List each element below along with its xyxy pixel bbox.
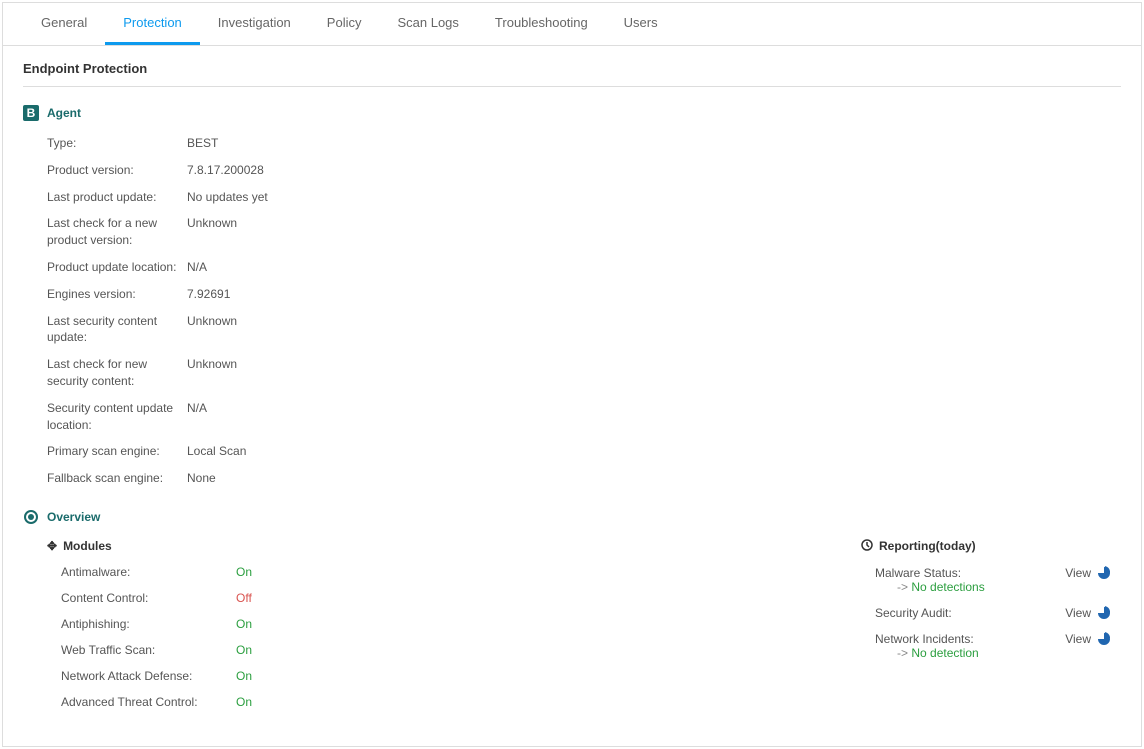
- tab-general[interactable]: General: [23, 3, 105, 45]
- security-audit-label: Security Audit:: [875, 606, 952, 620]
- overview-icon: [23, 509, 39, 525]
- network-incidents-label: Network Incidents:: [875, 632, 979, 646]
- module-antimalware-label: Antimalware:: [61, 565, 236, 579]
- agent-engines-version-label: Engines version:: [47, 286, 187, 303]
- pie-chart-icon: [1097, 566, 1111, 580]
- agent-last-product-update-value: No updates yet: [187, 189, 268, 206]
- tab-users[interactable]: Users: [606, 3, 676, 45]
- agent-engines-version-value: 7.92691: [187, 286, 230, 303]
- page-title: Endpoint Protection: [23, 61, 1121, 87]
- agent-product-update-location-value: N/A: [187, 259, 207, 276]
- module-network-attack-label: Network Attack Defense:: [61, 669, 236, 683]
- module-antiphishing-label: Antiphishing:: [61, 617, 236, 631]
- tab-scan-logs[interactable]: Scan Logs: [379, 3, 476, 45]
- tab-bar: General Protection Investigation Policy …: [3, 3, 1141, 46]
- agent-primary-scan-value: Local Scan: [187, 443, 246, 460]
- agent-security-update-location-label: Security content update location:: [47, 400, 187, 434]
- module-antiphishing-value: On: [236, 617, 252, 631]
- agent-fallback-scan-label: Fallback scan engine:: [47, 470, 187, 487]
- tab-troubleshooting[interactable]: Troubleshooting: [477, 3, 606, 45]
- module-advanced-threat-value: On: [236, 695, 252, 709]
- network-incidents-sub: No detection: [911, 646, 978, 660]
- agent-security-update-location-value: N/A: [187, 400, 207, 434]
- agent-last-check-security-label: Last check for new security content:: [47, 356, 187, 390]
- agent-title: Agent: [47, 106, 81, 120]
- pie-chart-icon: [1097, 606, 1111, 620]
- tab-investigation[interactable]: Investigation: [200, 3, 309, 45]
- network-incidents-view-link[interactable]: View: [1065, 632, 1111, 646]
- modules-icon: ✥: [47, 539, 57, 553]
- agent-fallback-scan-value: None: [187, 470, 216, 487]
- module-content-control-value: Off: [236, 591, 252, 605]
- agent-last-product-update-label: Last product update:: [47, 189, 187, 206]
- module-antimalware-value: On: [236, 565, 252, 579]
- agent-icon: B: [23, 105, 39, 121]
- module-advanced-threat-label: Advanced Threat Control:: [61, 695, 236, 709]
- agent-last-check-security-value: Unknown: [187, 356, 237, 390]
- malware-status-label: Malware Status:: [875, 566, 985, 580]
- agent-product-version-label: Product version:: [47, 162, 187, 179]
- agent-last-check-product-label: Last check for a new product version:: [47, 215, 187, 249]
- malware-status-sub: No detections: [911, 580, 984, 594]
- pie-chart-icon: [1097, 632, 1111, 646]
- agent-section-header: B Agent: [23, 105, 1121, 121]
- agent-last-check-product-value: Unknown: [187, 215, 237, 249]
- agent-primary-scan-label: Primary scan engine:: [47, 443, 187, 460]
- agent-details: Type: BEST Product version: 7.8.17.20002…: [23, 135, 1121, 487]
- tab-policy[interactable]: Policy: [309, 3, 380, 45]
- reporting-title: Reporting(today): [879, 539, 976, 553]
- malware-status-view-link[interactable]: View: [1065, 566, 1111, 580]
- module-web-traffic-value: On: [236, 643, 252, 657]
- agent-last-security-update-label: Last security content update:: [47, 313, 187, 347]
- overview-section-header: Overview: [23, 509, 1121, 525]
- tab-protection[interactable]: Protection: [105, 3, 200, 45]
- module-content-control-label: Content Control:: [61, 591, 236, 605]
- agent-type-value: BEST: [187, 135, 218, 152]
- security-audit-view-link[interactable]: View: [1065, 606, 1111, 620]
- agent-last-security-update-value: Unknown: [187, 313, 237, 347]
- clock-icon: [861, 539, 873, 554]
- module-web-traffic-label: Web Traffic Scan:: [61, 643, 236, 657]
- overview-title: Overview: [47, 510, 100, 524]
- modules-title: Modules: [63, 539, 112, 553]
- agent-product-version-value: 7.8.17.200028: [187, 162, 264, 179]
- agent-type-label: Type:: [47, 135, 187, 152]
- modules-header: ✥ Modules: [47, 539, 367, 553]
- module-network-attack-value: On: [236, 669, 252, 683]
- agent-product-update-location-label: Product update location:: [47, 259, 187, 276]
- reporting-header: Reporting(today): [861, 539, 1111, 554]
